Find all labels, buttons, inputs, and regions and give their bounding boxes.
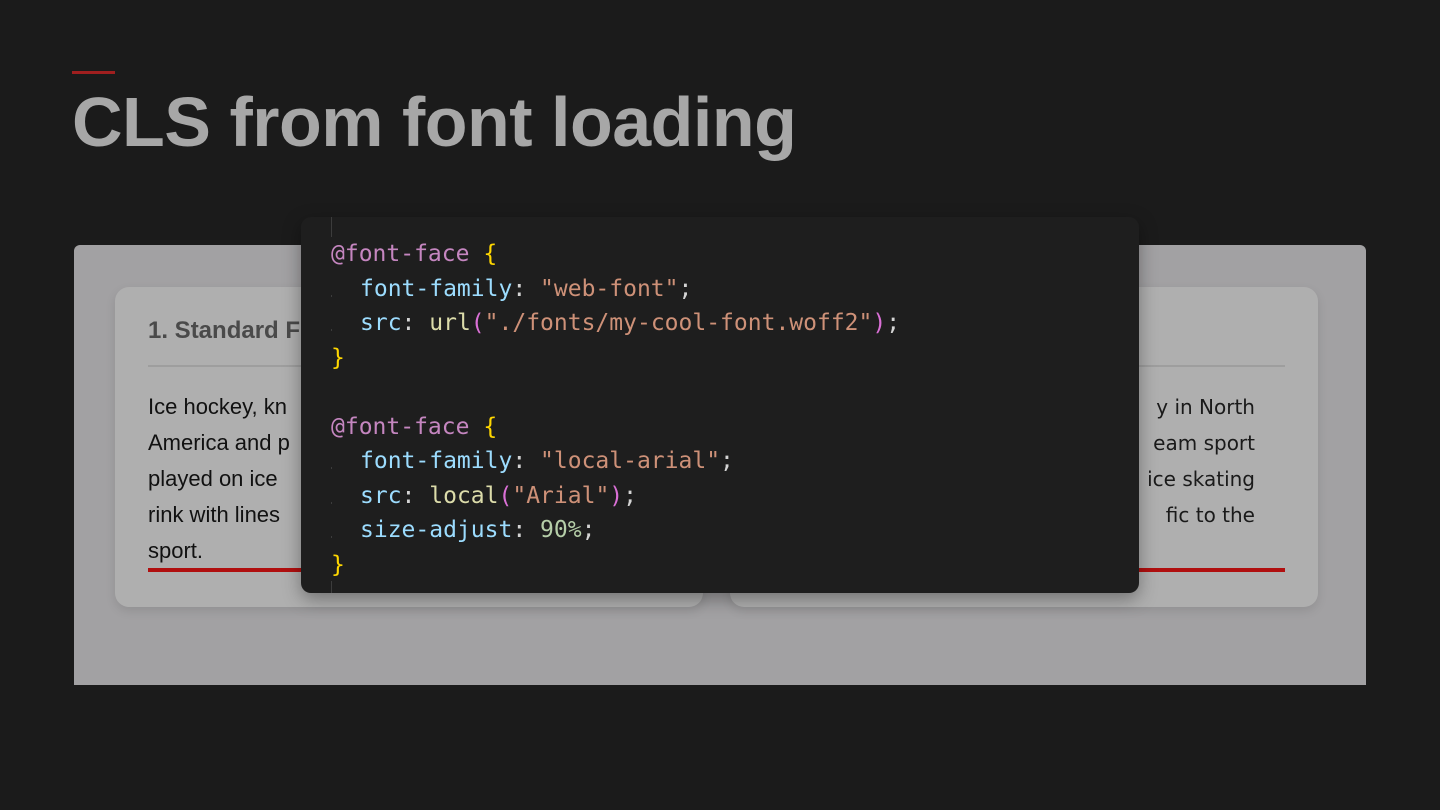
- code-line: @font-face {: [331, 237, 900, 272]
- code-token: ): [609, 482, 624, 509]
- code-token: {: [483, 413, 498, 440]
- code-token: 90%: [540, 517, 582, 543]
- code-token: {: [483, 241, 498, 267]
- code-token: @font-face: [331, 241, 470, 267]
- code-line: }: [331, 341, 900, 376]
- code-token: :: [512, 517, 541, 543]
- code-snippet-overlay: @font-face {font-family: "web-font"; src:…: [301, 217, 1139, 593]
- indent-guide: [331, 217, 332, 237]
- title-accent-bar: [72, 71, 115, 74]
- code-line: font-family: "local-arial";: [331, 444, 900, 479]
- code-token: src: [360, 310, 402, 336]
- code-token: :: [401, 482, 430, 509]
- code-token: src: [360, 482, 402, 509]
- code-token: }: [331, 551, 345, 578]
- code-token: }: [331, 344, 345, 371]
- slide-title: CLS from font loading: [72, 83, 797, 161]
- code-token: @font-face: [331, 413, 470, 440]
- code-line: @font-face {: [331, 410, 900, 445]
- code-token: "web-font": [540, 275, 679, 302]
- indent-guide: [331, 581, 332, 593]
- code-token: :: [512, 275, 541, 302]
- code-token: "local-arial": [540, 448, 721, 474]
- code-token: :: [401, 310, 430, 336]
- code-line: src: local("Arial");: [331, 479, 900, 514]
- code-token: ;: [886, 310, 901, 336]
- code-token: ;: [720, 448, 734, 474]
- code-token: ;: [678, 275, 693, 302]
- code-token: ): [872, 310, 887, 336]
- code-token: ;: [581, 517, 596, 543]
- code-token: font-family: [360, 275, 513, 302]
- code-token: "./fonts/my-cool-font.woff2": [484, 310, 873, 336]
- code-token: size-adjust: [360, 517, 513, 543]
- code-token: local: [429, 482, 499, 509]
- code-token: (: [498, 482, 513, 509]
- code-token: "Arial": [512, 482, 610, 509]
- code-token: (: [470, 310, 485, 336]
- code-token: font-family: [360, 448, 513, 474]
- code-block: @font-face {font-family: "web-font"; src:…: [331, 237, 900, 582]
- code-line: }: [331, 548, 900, 583]
- code-token: url: [429, 310, 471, 336]
- card-text-underline: [1123, 568, 1285, 572]
- card-heading: 1. Standard F: [148, 317, 301, 344]
- code-line: size-adjust: 90%;: [331, 513, 900, 548]
- code-token: :: [512, 448, 541, 474]
- code-line: src: url("./fonts/my-cool-font.woff2");: [331, 306, 900, 341]
- code-line: font-family: "web-font";: [331, 272, 900, 307]
- code-token: ;: [623, 482, 638, 509]
